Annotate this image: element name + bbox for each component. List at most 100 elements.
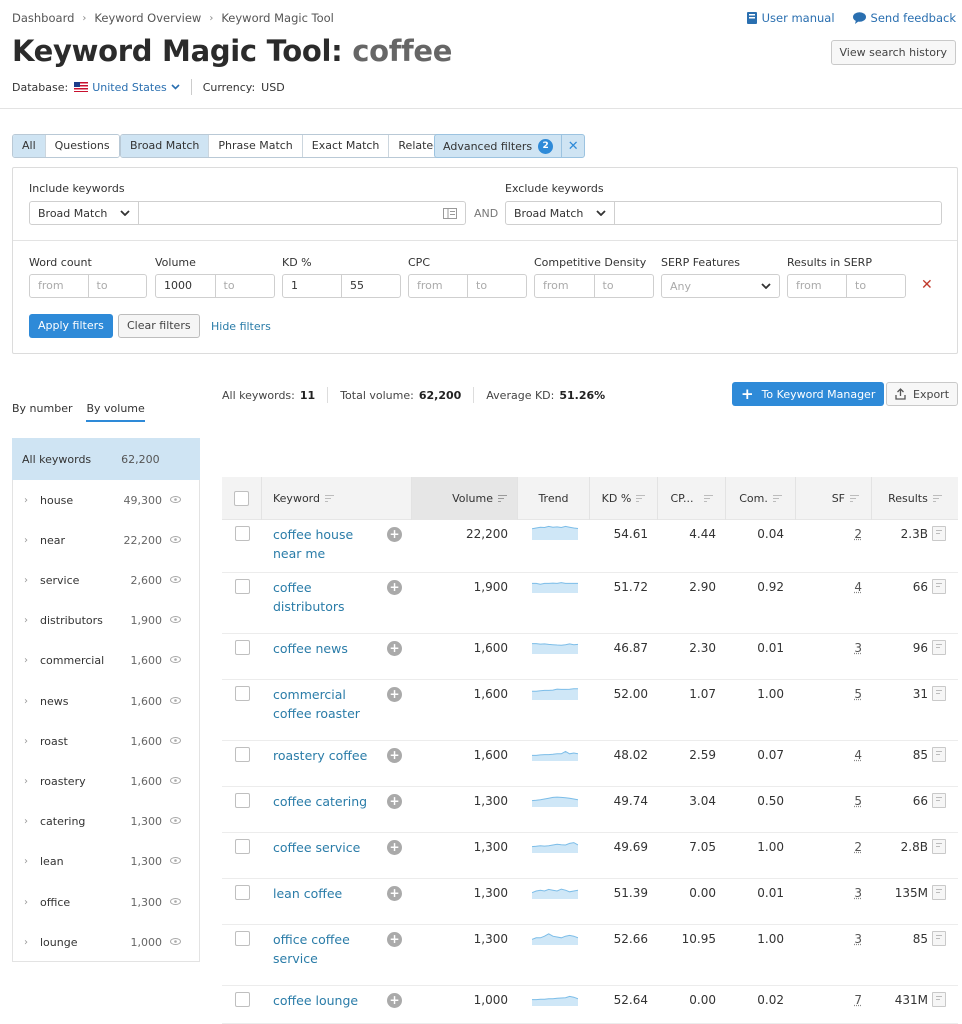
row-checkbox[interactable] <box>235 885 250 900</box>
chevron-right-icon[interactable]: › <box>12 776 40 787</box>
results-to-input[interactable]: to <box>847 275 905 297</box>
apply-filters-button[interactable]: Apply filters <box>29 314 113 338</box>
serp-snapshot-icon[interactable] <box>932 992 946 1007</box>
chevron-right-icon[interactable]: › <box>12 575 40 586</box>
com-from-input[interactable]: from <box>535 275 595 297</box>
results-from-input[interactable]: from <box>788 275 847 297</box>
group-item[interactable]: › roast 1,600 <box>12 721 200 761</box>
column-sf[interactable]: SF <box>796 477 872 520</box>
volume-from-input[interactable]: 1000 <box>156 275 216 297</box>
chevron-right-icon[interactable]: › <box>12 937 40 948</box>
column-keyword[interactable]: Keyword <box>262 477 412 520</box>
tab-broad-match[interactable]: Broad Match <box>121 135 210 157</box>
serp-features-select[interactable]: Any <box>661 274 780 298</box>
include-keywords-input[interactable] <box>139 203 443 223</box>
kd-from-input[interactable]: 1 <box>283 275 342 297</box>
serp-snapshot-icon[interactable] <box>932 885 946 900</box>
eye-icon[interactable] <box>170 937 181 948</box>
serp-snapshot-icon[interactable] <box>932 839 946 854</box>
serp-features-link[interactable]: 5 <box>854 687 862 701</box>
tab-phrase-match[interactable]: Phrase Match <box>209 135 303 157</box>
add-keyword-icon[interactable]: + <box>387 993 402 1008</box>
select-all-checkbox[interactable] <box>234 491 249 506</box>
group-item[interactable]: › house 49,300 <box>12 480 200 520</box>
user-manual-link[interactable]: User manual <box>746 11 835 25</box>
keyword-link[interactable]: office coffee service <box>273 930 383 968</box>
serp-features-link[interactable]: 4 <box>854 580 862 594</box>
tab-exact-match[interactable]: Exact Match <box>302 135 390 157</box>
breadcrumb-keyword-overview[interactable]: Keyword Overview <box>94 11 201 25</box>
column-results[interactable]: Results <box>872 477 958 520</box>
group-item[interactable]: › distributors 1,900 <box>12 601 200 641</box>
add-keyword-icon[interactable]: + <box>387 840 402 855</box>
breadcrumb-dashboard[interactable]: Dashboard <box>12 11 74 25</box>
row-checkbox[interactable] <box>235 839 250 854</box>
add-keyword-icon[interactable]: + <box>387 748 402 763</box>
tab-by-number[interactable]: By number <box>12 402 72 422</box>
chevron-right-icon[interactable]: › <box>12 816 40 827</box>
group-item[interactable]: › lounge 1,000 <box>12 922 200 962</box>
group-item[interactable]: › roastery 1,600 <box>12 761 200 801</box>
serp-snapshot-icon[interactable] <box>932 931 946 946</box>
serp-features-link[interactable]: 3 <box>854 932 862 946</box>
column-kd[interactable]: KD % <box>590 477 658 520</box>
eye-icon[interactable] <box>170 816 181 827</box>
add-keyword-icon[interactable]: + <box>387 886 402 901</box>
eye-icon[interactable] <box>170 575 181 586</box>
serp-snapshot-icon[interactable] <box>932 526 946 541</box>
volume-to-input[interactable]: to <box>216 275 275 297</box>
exclude-keywords-input[interactable] <box>615 203 941 223</box>
group-all-keywords[interactable]: All keywords 62,200 <box>12 438 200 480</box>
chevron-right-icon[interactable]: › <box>12 495 40 506</box>
chevron-right-icon[interactable]: › <box>12 856 40 867</box>
serp-features-link[interactable]: 5 <box>854 794 862 808</box>
serp-snapshot-icon[interactable] <box>932 686 946 701</box>
column-cpc[interactable]: CP... <box>658 477 726 520</box>
serp-snapshot-icon[interactable] <box>932 747 946 762</box>
add-keyword-icon[interactable]: + <box>387 932 402 947</box>
serp-features-link[interactable]: 3 <box>854 641 862 655</box>
clear-range-filters-icon[interactable]: ✕ <box>921 277 933 293</box>
kd-to-input[interactable]: 55 <box>342 275 400 297</box>
com-to-input[interactable]: to <box>595 275 654 297</box>
row-checkbox[interactable] <box>235 579 250 594</box>
clear-filters-button[interactable]: Clear filters <box>118 314 200 338</box>
row-checkbox[interactable] <box>235 931 250 946</box>
chevron-right-icon[interactable]: › <box>12 736 40 747</box>
to-keyword-manager-button[interactable]: + To Keyword Manager <box>732 382 885 406</box>
row-checkbox[interactable] <box>235 992 250 1007</box>
eye-icon[interactable] <box>170 655 181 666</box>
row-checkbox[interactable] <box>235 640 250 655</box>
chevron-right-icon[interactable]: › <box>12 535 40 546</box>
serp-features-link[interactable]: 2 <box>854 840 862 854</box>
serp-snapshot-icon[interactable] <box>932 793 946 808</box>
add-keyword-icon[interactable]: + <box>387 794 402 809</box>
group-item[interactable]: › near 22,200 <box>12 520 200 560</box>
bulk-list-icon[interactable] <box>443 207 457 219</box>
group-item[interactable]: › commercial 1,600 <box>12 641 200 681</box>
database-selector[interactable]: United States <box>74 81 180 94</box>
keyword-link[interactable]: coffee lounge <box>273 991 383 1010</box>
group-item[interactable]: › office 1,300 <box>12 882 200 922</box>
keyword-link[interactable]: coffee catering <box>273 792 383 811</box>
chevron-right-icon[interactable]: › <box>12 696 40 707</box>
chevron-right-icon[interactable]: › <box>12 615 40 626</box>
serp-features-link[interactable]: 2 <box>854 527 862 541</box>
chevron-right-icon[interactable]: › <box>12 655 40 666</box>
serp-snapshot-icon[interactable] <box>932 579 946 594</box>
serp-features-link[interactable]: 4 <box>854 748 862 762</box>
keyword-link[interactable]: coffee house near me <box>273 525 383 563</box>
keyword-link[interactable]: roastery coffee <box>273 746 383 765</box>
exclude-match-select[interactable]: Broad Match <box>506 202 615 224</box>
row-checkbox[interactable] <box>235 793 250 808</box>
eye-icon[interactable] <box>170 897 181 908</box>
column-volume[interactable]: Volume <box>412 477 518 520</box>
hide-filters-link[interactable]: Hide filters <box>211 320 271 333</box>
group-item[interactable]: › news 1,600 <box>12 681 200 721</box>
eye-icon[interactable] <box>170 776 181 787</box>
serp-snapshot-icon[interactable] <box>932 640 946 655</box>
close-icon[interactable]: ✕ <box>562 139 584 154</box>
word-count-to-input[interactable]: to <box>89 275 147 297</box>
eye-icon[interactable] <box>170 736 181 747</box>
advanced-filters-toggle[interactable]: Advanced filters 2 ✕ <box>434 134 586 158</box>
